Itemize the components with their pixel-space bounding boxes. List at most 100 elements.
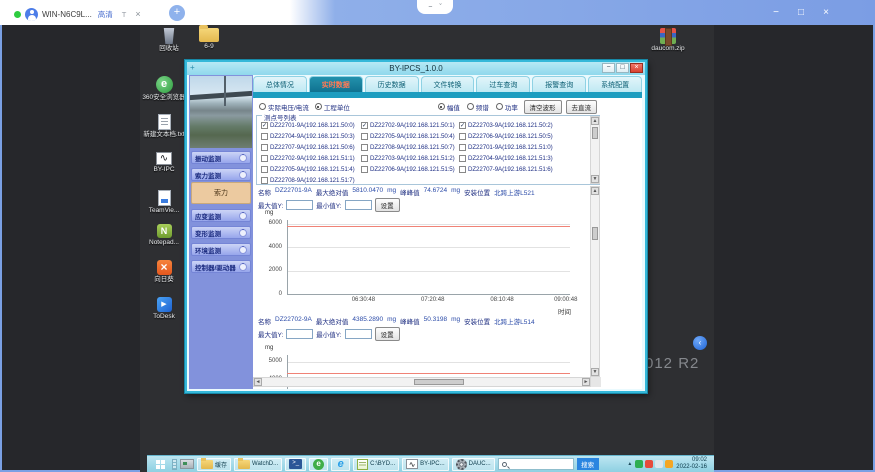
checkbox-icon[interactable] [459,122,466,129]
notch-minimize-icon[interactable]: − [428,4,432,11]
taskbar-button[interactable] [309,458,328,471]
ymax-input[interactable] [286,200,313,210]
point-checkbox-item[interactable]: DZ22701-9A(192.168.121.51:0) [459,142,599,153]
tab-close-button[interactable]: × [135,9,140,19]
point-checkbox-item[interactable]: DZ22702-9A(192.168.121.51:1) [261,153,361,164]
app-tab[interactable]: 系统配置 [588,76,642,92]
tray-expand-icon[interactable]: ▲ [627,461,632,467]
sidebar-group-header[interactable]: 环境监测 ˇ [191,243,251,256]
scrollbar-thumb[interactable] [592,127,598,139]
sidebar-group-header[interactable]: 变形监测 ˇ [191,226,251,239]
checkbox-icon[interactable] [459,144,466,151]
radio-option[interactable]: 幅值 [438,102,460,112]
checkbox-icon[interactable] [261,122,268,129]
point-checkbox-item[interactable]: DZ22705-9A(192.168.121.50:4) [361,131,459,142]
client-close-button[interactable]: × [819,7,833,18]
checkbox-icon[interactable] [261,166,268,173]
point-checkbox-item[interactable]: DZ22703-9A(192.168.121.50:2) [459,120,599,131]
app-window-control-button[interactable]: □ [616,63,629,73]
point-list-scrollbar[interactable]: ▲ ▼ [590,116,600,184]
sidebar-group-header[interactable]: 振动监测 ˇ [191,151,251,164]
client-minimize-button[interactable]: − [769,7,783,18]
point-checkbox-item[interactable]: DZ22705-9A(192.168.121.51:4) [261,164,361,175]
app-window-control-button[interactable]: × [630,63,643,73]
toolbar-button[interactable]: 去直流 [566,100,598,114]
desktop-icon[interactable]: TeamVie... [141,190,187,214]
scroll-down-icon[interactable]: ▼ [591,175,599,183]
tray-icon[interactable] [635,460,643,468]
ymin-input[interactable] [345,200,372,210]
checkbox-icon[interactable] [361,155,368,162]
point-checkbox-item[interactable]: DZ22707-9A(192.168.121.51:6) [459,164,599,175]
new-tab-button[interactable]: + [169,5,185,21]
taskbar-search-box[interactable] [498,458,574,470]
toolbar-button[interactable]: 清空波形 [524,100,562,114]
desktop-icon[interactable]: ToDesk [141,297,187,320]
taskbar-button[interactable] [285,458,306,471]
sidebar-group-header[interactable]: 索力监测 ˆ [191,168,251,181]
taskbar-button[interactable]: DAUC... [452,458,495,471]
taskbar-button[interactable] [331,458,350,471]
point-checkbox-item[interactable]: DZ22706-9A(192.168.121.50:5) [459,131,599,142]
server-manager-icon[interactable] [180,459,194,469]
desktop-icon[interactable]: BY-IPC [141,152,187,173]
scroll-up-icon[interactable]: ▲ [591,117,599,125]
point-checkbox-item[interactable]: DZ22704-9A(192.168.121.51:3) [459,153,599,164]
checkbox-icon[interactable] [261,144,268,151]
scrollbar-thumb[interactable] [592,227,598,240]
checkbox-icon[interactable] [459,133,466,140]
app-tab[interactable]: 报警查询 [532,76,586,92]
app-tab[interactable]: 过车查询 [476,76,530,92]
scroll-down-icon[interactable]: ▼ [591,368,599,376]
scroll-right-icon[interactable]: ► [582,378,590,386]
checkbox-icon[interactable] [361,166,368,173]
checkbox-icon[interactable] [459,155,466,162]
checkbox-icon[interactable] [459,166,466,173]
app-titlebar[interactable]: + BY-IPCS_1.0.0 − □ × [187,62,645,75]
checkbox-icon[interactable] [261,155,268,162]
charts-vertical-scrollbar[interactable]: ▲ ▼ [590,186,600,377]
desktop-icon[interactable]: 向日葵 [141,260,187,283]
point-checkbox-item[interactable]: DZ22701-9A(192.168.121.50:0) [261,120,361,131]
radio-option[interactable]: 频谱 [467,102,489,112]
scroll-left-icon[interactable]: ◄ [254,378,262,386]
toolbar-notch[interactable]: − ˇ [417,0,453,14]
checkbox-icon[interactable] [361,144,368,151]
point-checkbox-item[interactable]: DZ22707-9A(192.168.121.50:6) [261,142,361,153]
set-button[interactable]: 设置 [375,327,400,341]
horizontal-scrollbar[interactable]: ◄ ► [253,377,591,387]
search-input[interactable] [509,461,559,467]
session-tab[interactable]: WIN-N6C9L... 高清 T × [7,3,163,25]
todesk-floating-ball[interactable]: ‹ [693,336,707,350]
quality-badge[interactable]: 高清 [98,9,113,20]
drag-handle-icon[interactable]: + [190,63,195,72]
desktop-icon[interactable]: 360安全浏览器 [141,76,187,101]
point-checkbox-item[interactable]: DZ22706-9A(192.168.121.51:5) [361,164,459,175]
checkbox-icon[interactable] [261,177,268,184]
checkbox-icon[interactable] [361,133,368,140]
point-checkbox-item[interactable]: DZ22703-9A(192.168.121.51:2) [361,153,459,164]
sidebar-sub-button[interactable]: 索力 [191,182,251,204]
tab-t-button[interactable]: T [122,10,127,19]
checkbox-icon[interactable] [361,122,368,129]
app-window-control-button[interactable]: − [602,63,615,73]
taskbar-button[interactable]: BY-IPC... [402,458,448,471]
radio-option[interactable]: 功率 [496,102,518,112]
radio-option[interactable]: 实际电压/电流 [259,102,309,112]
taskbar-toolbar-icon[interactable] [172,459,177,470]
taskbar-button[interactable]: WatchD... [234,458,282,471]
radio-option[interactable]: 工程单位 [315,102,350,112]
taskbar-clock[interactable]: 09:02 2022-02-16 [676,457,707,471]
desktop-icon[interactable]: daucom.zip [638,28,698,52]
tray-icon[interactable] [645,460,653,468]
scrollbar-thumb[interactable] [414,379,464,385]
point-checkbox-item[interactable]: DZ22702-9A(192.168.121.50:1) [361,120,459,131]
notch-expand-icon[interactable]: ˇ [439,4,441,11]
checkbox-icon[interactable] [261,133,268,140]
sidebar-group-header[interactable]: 控制器/驱动器 ˇ [191,260,251,273]
search-button[interactable]: 搜索 [577,458,599,470]
point-checkbox-item[interactable]: DZ22704-9A(192.168.121.50:3) [261,131,361,142]
desktop-icon[interactable]: Notepad... [141,224,187,246]
desktop-icon[interactable]: 6-9 [186,28,232,50]
desktop-icon[interactable]: 新建文本档.txt [141,114,187,138]
